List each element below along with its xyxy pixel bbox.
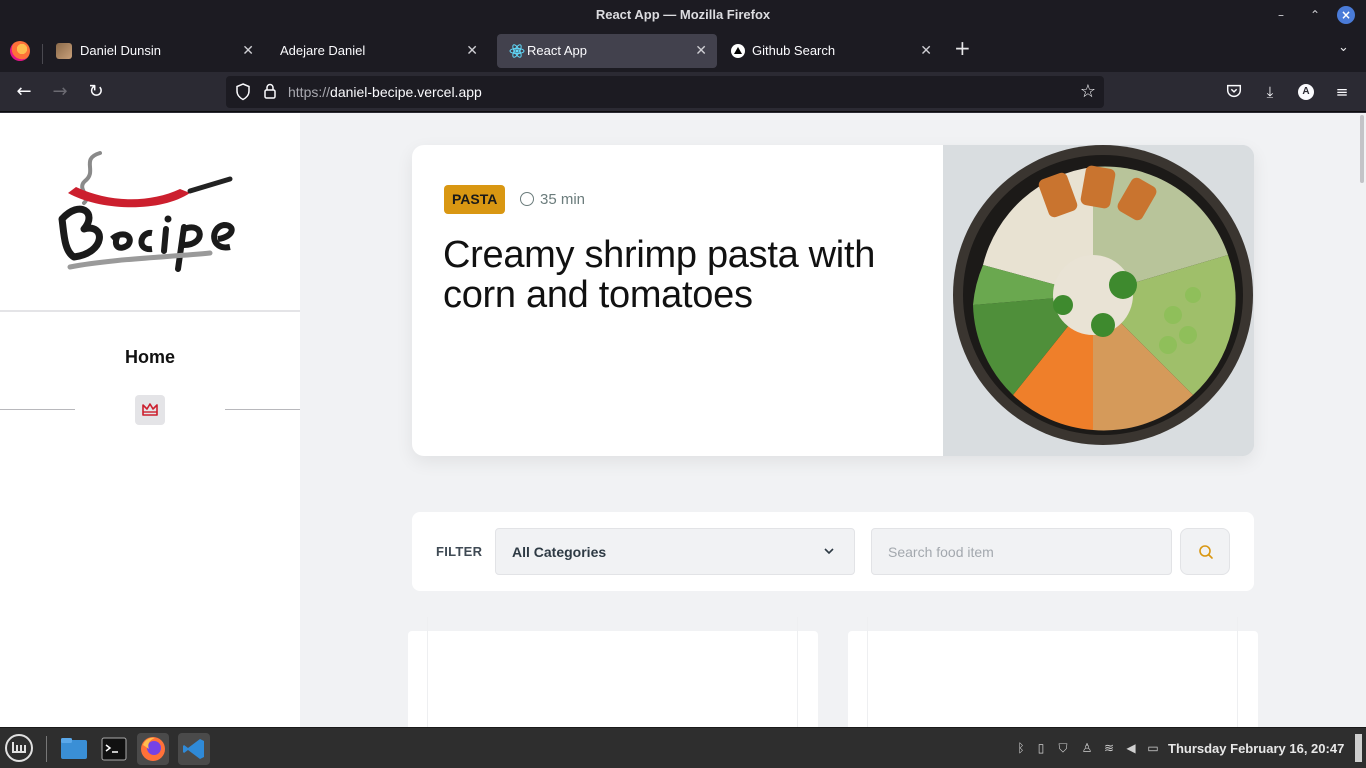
recipe-card-body: [427, 617, 798, 727]
decorative-rule: [225, 409, 300, 410]
downloads-icon[interactable]: ⤓: [1260, 82, 1280, 102]
cook-time-value: 35 min: [540, 191, 586, 208]
page-scrollbar[interactable]: [1360, 115, 1364, 183]
profile-photo-favicon-icon: [56, 43, 72, 59]
navigation-toolbar: ← → ↻ https://daniel-becipe.vercel.app ☆…: [0, 72, 1366, 112]
featured-recipe-card[interactable]: PASTA 35 min Creamy shrimp pasta with co…: [412, 145, 1254, 456]
sidebar: Home: [0, 113, 300, 727]
forward-icon[interactable]: →: [49, 81, 71, 103]
react-favicon-icon: [509, 44, 525, 58]
decorative-rule: [0, 409, 75, 410]
lock-icon[interactable]: [262, 82, 278, 100]
category-select-value: All Categories: [512, 544, 607, 560]
update-shield-icon[interactable]: ⛉: [1056, 741, 1070, 755]
tab-separator: [42, 44, 43, 64]
close-window-icon[interactable]: ×: [1337, 6, 1355, 24]
reload-icon[interactable]: ↻: [85, 81, 107, 103]
volume-icon[interactable]: ◀: [1124, 741, 1138, 755]
category-badge[interactable]: PASTA: [444, 185, 506, 214]
firefox-taskbar-icon[interactable]: [137, 733, 169, 765]
search-button[interactable]: [1180, 528, 1230, 575]
vercel-favicon-icon: [731, 44, 745, 58]
window-titlebar: React App — Mozilla Firefox – ⌃ ×: [0, 0, 1366, 30]
category-select[interactable]: All Categories: [495, 528, 855, 575]
close-tab-icon[interactable]: ✕: [695, 42, 707, 59]
maximize-icon[interactable]: ⌃: [1306, 6, 1324, 24]
sidebar-divider: [0, 310, 300, 312]
os-taskbar: ᛒ ▯ ⛉ ♙ ≋ ◀ ▭ Thursday February 16, 20:4…: [0, 727, 1366, 768]
cook-time: 35 min: [520, 191, 585, 208]
tab-react-app[interactable]: React App ✕: [497, 34, 717, 68]
close-tab-icon[interactable]: ✕: [242, 42, 254, 59]
taskbar-separator: [46, 736, 47, 762]
search-input[interactable]: [871, 528, 1172, 575]
terminal-icon[interactable]: [98, 733, 130, 765]
pocket-icon[interactable]: [1224, 82, 1244, 102]
filter-bar: FILTER All Categories: [412, 512, 1254, 591]
minimize-icon[interactable]: –: [1272, 6, 1290, 24]
url-scheme: https://: [288, 84, 331, 100]
tab-label: Github Search: [752, 43, 836, 58]
account-icon[interactable]: A: [1296, 82, 1316, 102]
filter-label: FILTER: [436, 544, 483, 559]
tab-daniel-dunsin[interactable]: Daniel Dunsin ✕: [44, 34, 264, 68]
bookmark-star-icon[interactable]: ☆: [1080, 81, 1096, 102]
page-viewport: Home PASTA 35 min Creamy shrimp pasta wi…: [0, 113, 1366, 727]
wifi-icon[interactable]: ≋: [1102, 741, 1116, 755]
tab-strip: Daniel Dunsin ✕ Adejare Daniel ✕ React A…: [0, 30, 1366, 72]
clipboard-icon[interactable]: ▯: [1034, 741, 1048, 755]
usb-device-icon[interactable]: ♙: [1080, 741, 1094, 755]
recipe-title[interactable]: Creamy shrimp pasta with corn and tomato…: [443, 235, 923, 315]
back-icon[interactable]: ←: [13, 81, 35, 103]
close-tab-icon[interactable]: ✕: [466, 42, 478, 59]
recipe-card[interactable]: [408, 617, 818, 727]
address-bar[interactable]: https://daniel-becipe.vercel.app ☆: [226, 76, 1104, 108]
recipe-photo: [943, 145, 1254, 456]
new-tab-icon[interactable]: +: [954, 36, 971, 60]
tracking-shield-icon[interactable]: [235, 83, 251, 101]
tab-github-search[interactable]: Github Search ✕: [722, 34, 942, 68]
tab-label: React App: [527, 43, 587, 58]
tab-label: Adejare Daniel: [280, 43, 366, 58]
becipe-logo: [58, 151, 235, 272]
taskbar-clock[interactable]: Thursday February 16, 20:47: [1168, 741, 1344, 756]
mint-menu-icon[interactable]: [3, 732, 35, 764]
search-icon: [1199, 545, 1213, 559]
clock-icon: [520, 192, 534, 206]
close-tab-icon[interactable]: ✕: [920, 42, 932, 59]
crown-icon[interactable]: [135, 395, 165, 425]
recipe-card[interactable]: [848, 617, 1258, 727]
list-all-tabs-icon[interactable]: ⌄: [1338, 40, 1349, 55]
vscode-icon[interactable]: [178, 733, 210, 765]
firefox-view-icon[interactable]: [10, 41, 30, 61]
battery-icon[interactable]: ▭: [1146, 741, 1160, 755]
tab-adejare-daniel[interactable]: Adejare Daniel ✕: [268, 34, 488, 68]
chevron-down-icon: [824, 548, 834, 555]
recipe-card-body: [867, 617, 1238, 727]
tab-label: Daniel Dunsin: [80, 43, 161, 58]
hamburger-menu-icon[interactable]: ≡: [1332, 82, 1352, 102]
bluetooth-icon[interactable]: ᛒ: [1014, 741, 1028, 755]
url-text[interactable]: https://daniel-becipe.vercel.app: [288, 84, 482, 100]
window-title: React App — Mozilla Firefox: [595, 7, 771, 22]
files-icon[interactable]: [58, 733, 90, 765]
account-initial: A: [1298, 84, 1314, 100]
show-desktop-button[interactable]: [1355, 734, 1362, 762]
nav-home-link[interactable]: Home: [0, 347, 300, 368]
url-host: daniel-becipe.vercel.app: [330, 84, 482, 100]
